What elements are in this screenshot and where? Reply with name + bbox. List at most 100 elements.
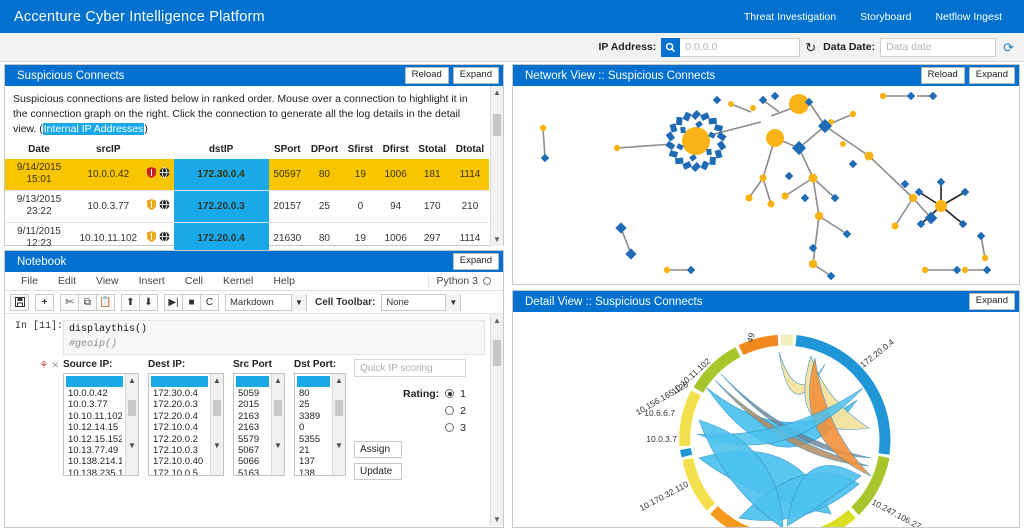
refresh-icon[interactable]: ⟳ (1003, 41, 1014, 54)
list-item[interactable]: 5066 (238, 456, 268, 467)
list-item[interactable]: 5355 (299, 434, 329, 445)
menu-edit[interactable]: Edit (48, 275, 86, 287)
suspicious-reload-button[interactable]: Reload (405, 67, 449, 84)
rating-radio-2[interactable] (445, 406, 454, 415)
list-item[interactable]: 2163 (238, 422, 268, 433)
col-dtotal[interactable]: Dtotal (451, 142, 489, 159)
widget-error-icon[interactable]: ⚘ (39, 360, 48, 371)
scroll-down-icon[interactable]: ▼ (126, 439, 138, 451)
geo-globe-icon[interactable] (159, 167, 170, 181)
save-icon[interactable] (10, 294, 29, 311)
list-item[interactable]: 2015 (238, 399, 268, 410)
scroll-up-icon[interactable]: ▲ (272, 374, 284, 386)
network-expand-button[interactable]: Expand (969, 67, 1015, 84)
cell-dstip[interactable]: 172.20.0.3 (174, 190, 269, 222)
quick-ip-scoring-input[interactable]: Quick IP scoring (354, 359, 466, 377)
nav-netflow-ingest[interactable]: Netflow Ingest (935, 11, 1002, 23)
list-item[interactable]: 172.20.0.4 (153, 411, 207, 422)
col-stotal[interactable]: Stotal (413, 142, 450, 159)
cut-icon[interactable]: ✄ (60, 294, 79, 311)
geo-globe-icon[interactable] (159, 199, 170, 213)
scroll-up-icon[interactable]: ▲ (211, 374, 223, 386)
list-item[interactable]: 172.10.0.3 (153, 445, 207, 456)
network-reload-button[interactable]: Reload (921, 67, 965, 84)
scrollbar-thumb[interactable] (493, 340, 501, 366)
col-dstip[interactable]: dstIP (174, 142, 269, 159)
list-item[interactable]: 5163 (238, 468, 268, 476)
list-item[interactable]: 172.10.0.40 (153, 456, 207, 467)
scrollbar-thumb[interactable] (274, 400, 282, 416)
copy-icon[interactable]: ⧉ (78, 294, 97, 311)
table-row[interactable]: 9/11/2015 12:23 10.10.11.102 172.20.0.4 … (5, 222, 489, 254)
reset-icon[interactable]: ↻ (805, 41, 816, 54)
rating-radio-1[interactable] (445, 389, 454, 398)
code-editor[interactable]: displaythis() #geoip() (63, 320, 485, 355)
list-item[interactable]: 172.30.0.4 (153, 388, 207, 399)
scroll-up-icon[interactable]: ▲ (491, 314, 503, 327)
close-icon[interactable]: ✕ (51, 360, 59, 370)
list-item[interactable]: 10.13.77.49 (68, 445, 122, 456)
cell-dstip[interactable]: 172.20.0.4 (174, 222, 269, 254)
scrollbar-thumb[interactable] (493, 114, 501, 136)
menu-kernel[interactable]: Kernel (213, 275, 263, 287)
nav-storyboard[interactable]: Storyboard (860, 11, 911, 23)
list-item[interactable]: 138 (299, 468, 329, 476)
col-dport[interactable]: DPort (306, 142, 343, 159)
list-item[interactable]: 5067 (238, 445, 268, 456)
list-item[interactable]: 10.10.11.102 (68, 411, 122, 422)
source-ip-listbox[interactable]: 10.0.0.42 10.0.3.77 10.10.11.102 10.12.1… (63, 373, 139, 476)
list-item[interactable]: 10.0.0.42 (68, 388, 122, 399)
listbox-scrollbar[interactable]: ▲ ▼ (332, 374, 345, 475)
search-icon[interactable] (661, 38, 680, 57)
list-item[interactable]: 80 (299, 388, 329, 399)
cell-type-select[interactable]: Markdown ▼ (225, 294, 307, 311)
menu-help[interactable]: Help (263, 275, 305, 287)
col-sfirst[interactable]: Sfirst (343, 142, 378, 159)
geo-globe-icon[interactable] (159, 231, 170, 245)
list-item[interactable]: 5579 (238, 434, 268, 445)
list-item[interactable]: 172.20.0.2 (153, 434, 207, 445)
table-row[interactable]: 9/13/2015 23:22 10.0.3.77 172.20.0.3 201… (5, 190, 489, 222)
list-item[interactable]: 172.20.0.3 (153, 399, 207, 410)
listbox-scrollbar[interactable]: ▲ ▼ (210, 374, 223, 475)
cell-toolbar-select[interactable]: None ▼ (381, 294, 461, 311)
menu-insert[interactable]: Insert (129, 275, 175, 287)
threat-shield-icon[interactable] (147, 231, 156, 245)
list-item[interactable]: 172.10.0.5 (153, 468, 207, 476)
list-item[interactable]: 10.0.3.77 (68, 399, 122, 410)
internal-ip-addresses-link[interactable]: Internal IP Addresses (43, 123, 145, 135)
suspicious-expand-button[interactable]: Expand (453, 67, 499, 84)
restart-kernel-icon[interactable]: C (200, 294, 219, 311)
update-button[interactable]: Update (354, 463, 402, 480)
menu-cell[interactable]: Cell (175, 275, 213, 287)
threat-shield-icon[interactable] (147, 167, 156, 181)
col-srcip[interactable]: srcIP (73, 142, 144, 159)
list-item[interactable]: 2163 (238, 411, 268, 422)
scrollbar-thumb[interactable] (128, 400, 136, 416)
scroll-down-icon[interactable]: ▼ (333, 439, 345, 451)
move-down-icon[interactable]: ⬇ (139, 294, 158, 311)
scroll-down-icon[interactable]: ▼ (272, 439, 284, 451)
col-sport[interactable]: SPort (269, 142, 306, 159)
ip-address-input[interactable] (680, 38, 800, 57)
assign-button[interactable]: Assign (354, 441, 402, 458)
detail-expand-button[interactable]: Expand (969, 293, 1015, 310)
listbox-scrollbar[interactable]: ▲ ▼ (271, 374, 284, 475)
list-item[interactable]: 3389 (299, 411, 329, 422)
chord-diagram-svg[interactable]: 10.10.11.102 49 10.156.165.120 172.20.0.… (513, 312, 1019, 527)
scroll-down-icon[interactable]: ▼ (491, 233, 503, 246)
chord-diagram-canvas[interactable]: 10.10.11.102 49 10.156.165.120 172.20.0.… (513, 312, 1019, 527)
rating-radio-3[interactable] (445, 423, 454, 432)
list-item[interactable]: 10.138.235.1 (68, 468, 122, 476)
scroll-down-icon[interactable]: ▼ (491, 513, 503, 526)
suspicious-scrollbar[interactable]: ▲ ▼ (490, 86, 503, 246)
move-up-icon[interactable]: ⬆ (121, 294, 140, 311)
list-item[interactable]: 21 (299, 445, 329, 456)
nav-threat-investigation[interactable]: Threat Investigation (744, 11, 836, 23)
network-graph-canvas[interactable] (513, 86, 1019, 284)
menu-view[interactable]: View (86, 275, 129, 287)
add-cell-icon[interactable]: + (35, 294, 54, 311)
table-row[interactable]: 9/14/2015 15:01 10.0.0.42 172.30.0.4 505… (5, 159, 489, 191)
dst-port-listbox[interactable]: 80 25 3389 0 5355 21 137 138 (294, 373, 346, 476)
list-item[interactable]: 137 (299, 456, 329, 467)
